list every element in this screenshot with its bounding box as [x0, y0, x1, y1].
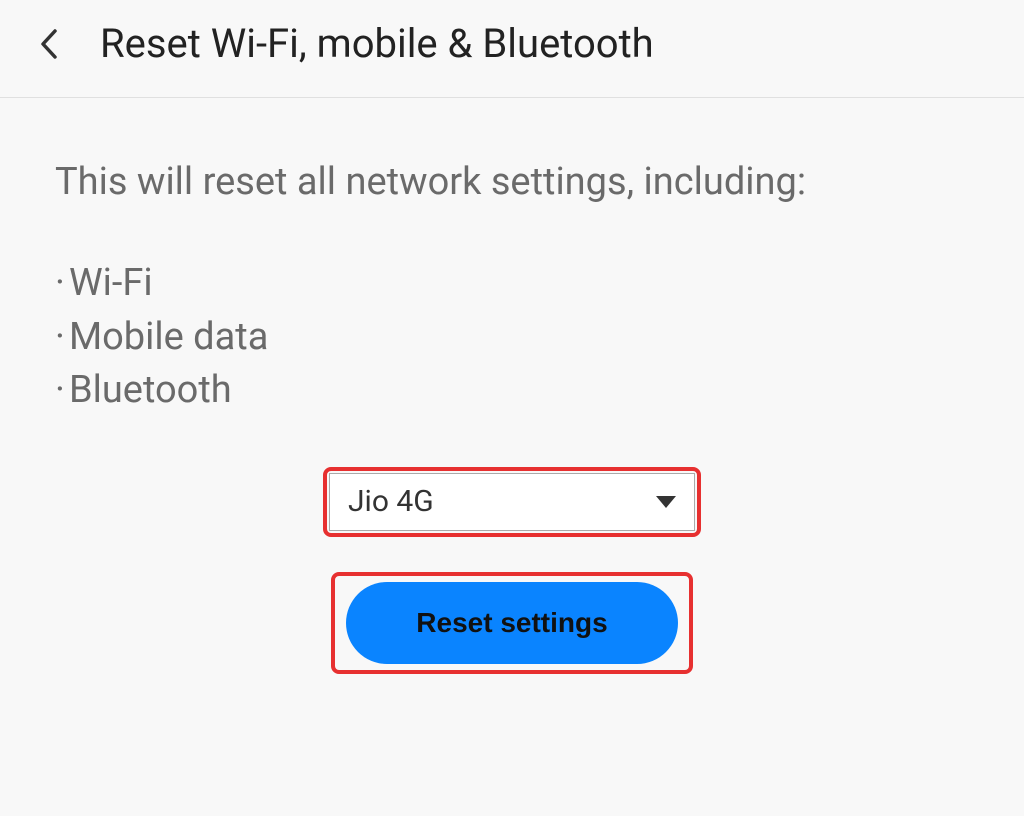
dropdown-highlight: Jio 4G: [323, 467, 701, 537]
button-highlight: Reset settings: [331, 572, 693, 674]
page-title: Reset Wi-Fi, mobile & Bluetooth: [100, 20, 654, 67]
bullet-mobile-data: Mobile data: [55, 311, 969, 364]
back-button[interactable]: [30, 24, 70, 64]
reset-settings-button[interactable]: Reset settings: [346, 582, 678, 664]
dropdown-selected-label: Jio 4G: [348, 484, 434, 519]
bullet-bluetooth: Bluetooth: [55, 364, 969, 417]
chevron-left-icon: [39, 29, 61, 59]
chevron-down-icon: [656, 496, 676, 508]
carrier-dropdown[interactable]: Jio 4G: [329, 473, 695, 531]
header: Reset Wi-Fi, mobile & Bluetooth: [0, 0, 1024, 98]
reset-button-label: Reset settings: [416, 607, 607, 639]
bullet-wifi: Wi-Fi: [55, 257, 969, 310]
description-text: This will reset all network settings, in…: [55, 158, 969, 207]
content-area: This will reset all network settings, in…: [0, 98, 1024, 734]
bullet-list: Wi-Fi Mobile data Bluetooth: [55, 257, 969, 417]
controls: Jio 4G Reset settings: [55, 467, 969, 674]
